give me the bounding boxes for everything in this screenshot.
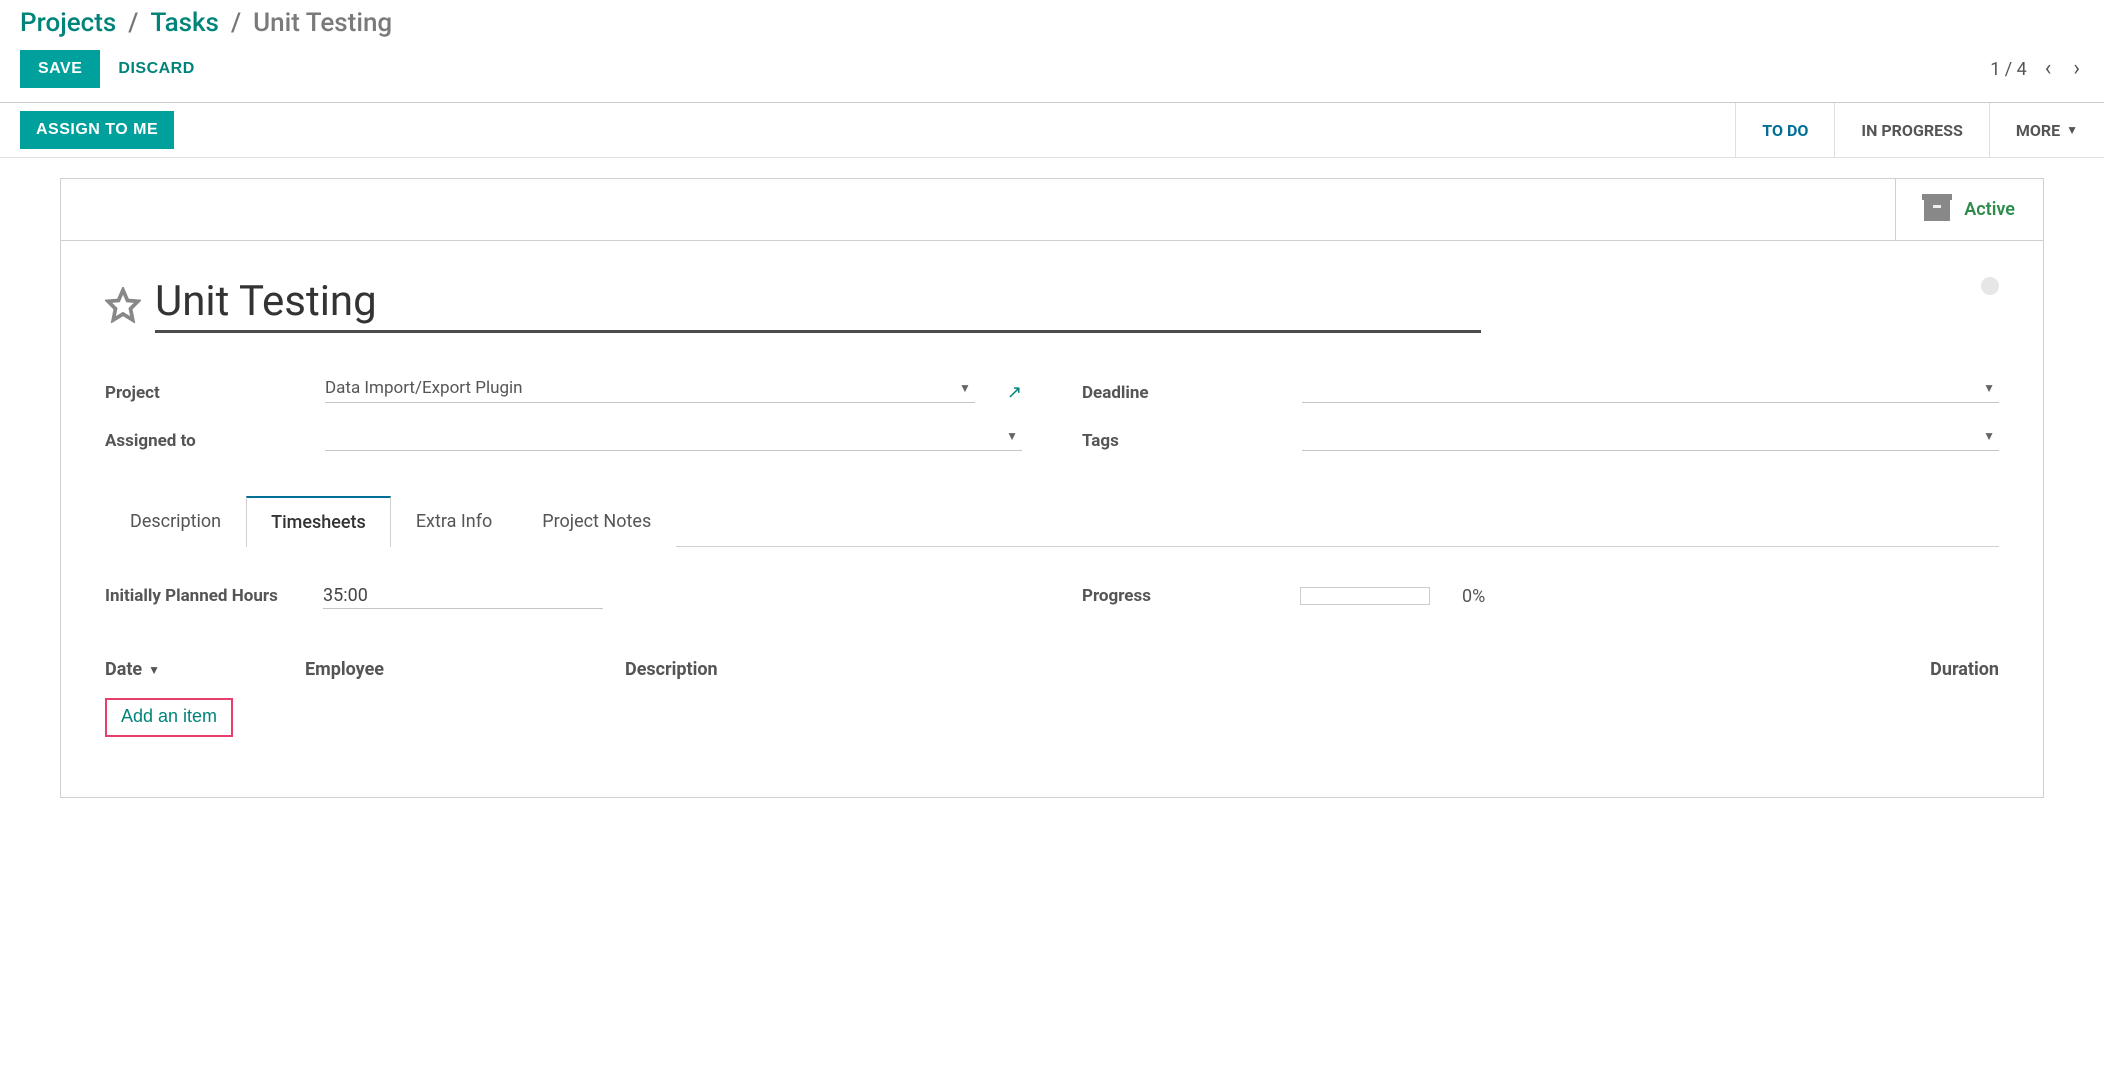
deadline-label: Deadline bbox=[1082, 383, 1282, 403]
task-form-card: Active Project Data Import/Export Plugin… bbox=[60, 178, 2044, 798]
sort-caret-icon: ▼ bbox=[148, 663, 160, 677]
col-header-employee[interactable]: Employee bbox=[305, 659, 625, 680]
save-button[interactable]: SAVE bbox=[20, 50, 100, 88]
breadcrumb-sep: / bbox=[231, 8, 241, 38]
caret-down-icon: ▼ bbox=[1983, 429, 1995, 443]
tags-label: Tags bbox=[1082, 431, 1282, 451]
external-link-icon[interactable]: ↗ bbox=[1007, 382, 1022, 403]
col-header-date[interactable]: Date ▼ bbox=[105, 659, 305, 680]
stage-in-progress[interactable]: IN PROGRESS bbox=[1834, 103, 1988, 157]
tags-select[interactable]: ▼ bbox=[1302, 421, 1999, 451]
progress-label: Progress bbox=[1082, 586, 1282, 606]
col-header-description[interactable]: Description bbox=[625, 659, 1839, 680]
col-header-date-label: Date bbox=[105, 659, 142, 680]
project-select[interactable]: Data Import/Export Plugin ▼ bbox=[325, 373, 975, 403]
breadcrumb-tasks[interactable]: Tasks bbox=[150, 8, 219, 38]
caret-down-icon: ▼ bbox=[1983, 381, 1995, 395]
stage-bar: TO DO IN PROGRESS MORE ▼ bbox=[1735, 103, 2104, 157]
pager-count: 1 / 4 bbox=[1990, 59, 2027, 80]
caret-down-icon: ▼ bbox=[1006, 429, 1018, 443]
discard-button[interactable]: DISCARD bbox=[118, 60, 194, 78]
stage-todo[interactable]: TO DO bbox=[1735, 103, 1834, 157]
pager-prev[interactable]: ‹ bbox=[2041, 58, 2056, 80]
project-value: Data Import/Export Plugin bbox=[325, 378, 523, 398]
deadline-input[interactable]: ▼ bbox=[1302, 373, 1999, 403]
planned-hours-input[interactable] bbox=[323, 583, 603, 609]
tab-timesheets[interactable]: Timesheets bbox=[246, 496, 391, 547]
add-item-button[interactable]: Add an item bbox=[105, 698, 233, 737]
archive-icon bbox=[1924, 199, 1950, 221]
star-icon[interactable] bbox=[105, 287, 141, 323]
task-title-input[interactable] bbox=[155, 277, 1481, 333]
active-toggle[interactable]: Active bbox=[1895, 179, 2043, 240]
breadcrumb: Projects / Tasks / Unit Testing bbox=[20, 8, 2084, 38]
col-header-duration[interactable]: Duration bbox=[1839, 659, 1999, 680]
assign-to-me-button[interactable]: ASSIGN TO ME bbox=[20, 111, 174, 149]
caret-down-icon: ▼ bbox=[959, 381, 971, 395]
tab-description[interactable]: Description bbox=[105, 496, 246, 547]
stage-more-label: MORE bbox=[2016, 121, 2060, 140]
assigned-select[interactable]: ▼ bbox=[325, 421, 1022, 451]
pager: 1 / 4 ‹ › bbox=[1990, 58, 2084, 80]
tab-extra-info[interactable]: Extra Info bbox=[391, 496, 517, 547]
caret-down-icon: ▼ bbox=[2066, 123, 2078, 137]
progress-percent: 0% bbox=[1462, 586, 1485, 607]
breadcrumb-sep: / bbox=[128, 8, 138, 38]
progress-bar bbox=[1300, 587, 1430, 605]
pager-next[interactable]: › bbox=[2069, 58, 2084, 80]
active-label: Active bbox=[1964, 199, 2015, 220]
project-label: Project bbox=[105, 383, 305, 403]
kanban-state-dot[interactable] bbox=[1981, 277, 1999, 295]
stage-more[interactable]: MORE ▼ bbox=[1989, 103, 2104, 157]
assigned-label: Assigned to bbox=[105, 431, 305, 451]
tab-project-notes[interactable]: Project Notes bbox=[517, 496, 676, 547]
planned-hours-label: Initially Planned Hours bbox=[105, 586, 305, 606]
breadcrumb-projects[interactable]: Projects bbox=[20, 8, 116, 38]
form-tabs: Description Timesheets Extra Info Projec… bbox=[105, 495, 1999, 547]
breadcrumb-current: Unit Testing bbox=[253, 8, 392, 38]
